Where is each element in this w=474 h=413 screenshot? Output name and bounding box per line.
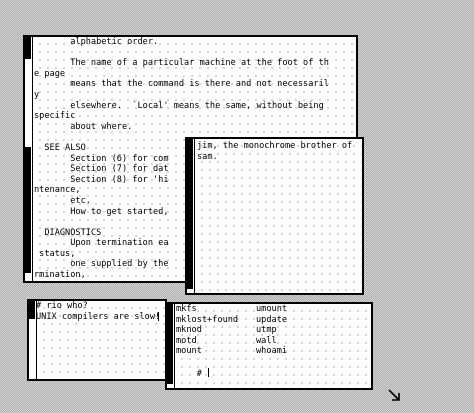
listing-entry: mount [176,346,202,357]
chat-scroll-thumb[interactable] [187,139,193,289]
rio-scroll-thumb[interactable] [29,301,35,319]
manual-line [34,48,329,59]
directory-listing-window[interactable]: mkfs mklost+found mknod motd mount umount upd… [165,302,373,390]
manual-line: y [34,89,40,100]
chat-line: sam. [197,151,218,162]
manual-scroll-thumb-lower[interactable] [25,147,31,273]
manual-line: The name of a particular machine at the … [34,58,329,69]
rio-line: UNIX compilers are slow! [36,311,161,322]
manual-scroll-thumb[interactable] [25,37,31,59]
manual-scrollbar[interactable] [25,37,33,281]
manual-line: alphabetic order. [34,37,159,47]
listing-entry: mklost+found [176,314,239,325]
text-cursor [158,312,159,321]
listing-column-1: mkfs mklost+found mknod motd mount [176,304,238,357]
manual-line: e page [34,68,66,79]
listing-entry: update [256,314,288,325]
listing-entry: mkfs [176,304,197,314]
listing-scroll-thumb[interactable] [167,304,173,384]
prompt-cursor [208,367,210,377]
listing-entry: motd [176,335,197,346]
chat-text: jim, the monochrome brother of sam. [197,141,352,162]
chat-scrollbar[interactable] [187,139,195,293]
listing-entry: whoami [256,346,288,357]
listing-entry: utmp [256,325,277,336]
rio-window[interactable]: # rio who? UNIX compilers are slow! [27,299,167,381]
rio-text: # rio who? UNIX compilers are slow! [36,301,160,322]
manual-line: about where. [34,121,133,132]
rio-line: # rio who? [36,301,88,311]
chat-window[interactable]: jim, the monochrome brother of sam. [185,137,364,295]
listing-entry: umount [256,304,288,314]
shell-prompt[interactable]: # [176,357,210,388]
manual-line: specific [34,111,76,122]
chat-line: jim, the monochrome brother of [197,141,353,151]
manual-line: means that the command is there and not … [34,79,329,90]
listing-entry: mknod [176,325,202,336]
prompt-text: # [196,368,208,379]
listing-column-2: umount update utmp wall whoami [256,304,287,357]
mouse-arrow-icon [388,389,400,401]
listing-entry: wall [256,335,277,346]
listing-scrollbar[interactable] [167,304,175,388]
manual-line: elsewhere. `Local' means the same, witho… [34,100,324,111]
